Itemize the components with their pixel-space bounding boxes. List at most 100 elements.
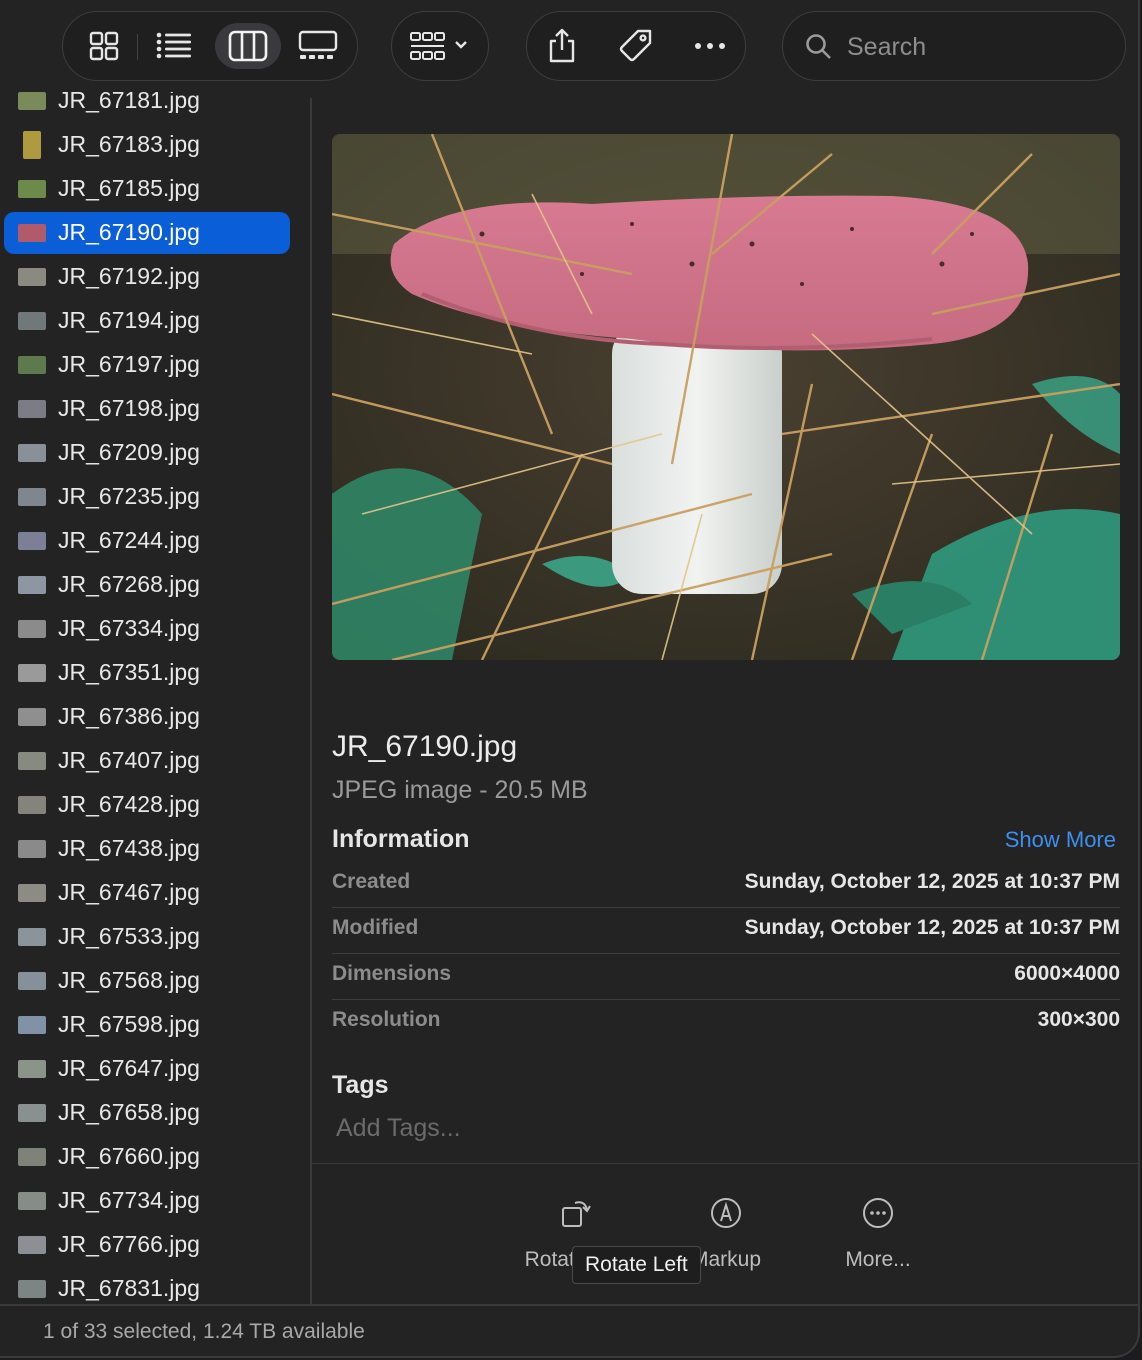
info-row-modified: Modified Sunday, October 12, 2025 at 10:… [332, 908, 1120, 954]
file-row[interactable]: JR_67533.jpg [4, 916, 290, 958]
file-name: JR_67181.jpg [58, 92, 200, 113]
file-thumbnail [18, 1060, 46, 1078]
file-row[interactable]: JR_67351.jpg [4, 652, 290, 694]
file-row[interactable]: JR_67438.jpg [4, 828, 290, 870]
file-name: JR_67734.jpg [58, 1187, 200, 1213]
more-button[interactable] [677, 23, 743, 69]
file-name: JR_67658.jpg [58, 1099, 200, 1125]
file-thumbnail [18, 400, 46, 418]
file-row[interactable]: JR_67647.jpg [4, 1048, 290, 1090]
file-name: JR_67428.jpg [58, 791, 200, 817]
more-actions-button[interactable]: More... [808, 1190, 948, 1272]
tags-button[interactable] [603, 23, 669, 69]
file-row[interactable]: JR_67197.jpg [4, 344, 290, 386]
add-tags-field[interactable]: Add Tags... [336, 1114, 461, 1143]
file-thumbnail [18, 1016, 46, 1034]
file-thumbnail [18, 180, 46, 198]
file-name: JR_67185.jpg [58, 175, 200, 201]
file-thumbnail [18, 92, 46, 110]
file-name: JR_67198.jpg [58, 395, 200, 421]
file-row[interactable]: JR_67209.jpg [4, 432, 290, 474]
file-thumbnail [18, 796, 46, 814]
file-name: JR_67766.jpg [58, 1231, 200, 1257]
tooltip: Rotate Left [572, 1246, 701, 1284]
column-view-button[interactable] [215, 23, 281, 69]
more-circle-icon [863, 1198, 893, 1228]
file-thumbnail [18, 1104, 46, 1122]
file-name: JR_67568.jpg [58, 967, 200, 993]
search-input[interactable] [847, 30, 1107, 64]
search-field[interactable] [782, 11, 1126, 81]
file-thumbnail [18, 488, 46, 506]
file-name: JR_67533.jpg [58, 923, 200, 949]
more-icon [695, 43, 725, 49]
file-row[interactable]: JR_67407.jpg [4, 740, 290, 782]
file-name: JR_67598.jpg [58, 1011, 200, 1037]
info-row-resolution: Resolution 300×300 [332, 1000, 1120, 1046]
info-value: Sunday, October 12, 2025 at 10:37 PM [744, 870, 1120, 893]
column-view-icon [228, 30, 268, 62]
file-row[interactable]: JR_67386.jpg [4, 696, 290, 738]
file-row[interactable]: JR_67198.jpg [4, 388, 290, 430]
file-row[interactable]: JR_67568.jpg [4, 960, 290, 1002]
file-row[interactable]: JR_67235.jpg [4, 476, 290, 518]
file-thumbnail [18, 620, 46, 638]
file-thumbnail [18, 312, 46, 330]
file-row[interactable]: JR_67598.jpg [4, 1004, 290, 1046]
file-row[interactable]: JR_67467.jpg [4, 872, 290, 914]
list-view-button[interactable] [141, 23, 207, 69]
icon-view-button[interactable] [71, 23, 137, 69]
preview-image [332, 134, 1120, 660]
file-thumbnail [18, 708, 46, 726]
search-icon [806, 34, 831, 59]
file-name: JR_67244.jpg [58, 527, 200, 553]
file-row[interactable]: JR_67734.jpg [4, 1180, 290, 1222]
tags-heading: Tags [332, 1071, 389, 1099]
file-row[interactable]: JR_67181.jpg [4, 92, 290, 122]
file-thumbnail [18, 752, 46, 770]
file-name: JR_67192.jpg [58, 263, 200, 289]
info-key: Modified [332, 916, 419, 939]
file-name: JR_67438.jpg [58, 835, 200, 861]
file-thumbnail [18, 224, 46, 242]
file-row[interactable]: JR_67831.jpg [4, 1268, 290, 1304]
file-thumbnail [18, 444, 46, 462]
info-value: 6000×4000 [1014, 962, 1120, 985]
file-name: JR_67197.jpg [58, 351, 200, 377]
file-row[interactable]: JR_67190.jpg [4, 212, 290, 254]
icon-view-icon [89, 31, 119, 61]
finder-window: JR_67181.jpg JR_67183.jpg JR_67185.jpg JR_6… [0, 0, 1140, 1358]
preview-file-name: JR_67190.jpg [332, 730, 518, 763]
file-row[interactable]: JR_67766.jpg [4, 1224, 290, 1266]
file-row[interactable]: JR_67192.jpg [4, 256, 290, 298]
info-row-dimensions: Dimensions 6000×4000 [332, 954, 1120, 1000]
file-column[interactable]: JR_67181.jpg JR_67183.jpg JR_67185.jpg JR_6… [0, 92, 310, 1304]
file-row[interactable]: JR_67660.jpg [4, 1136, 290, 1178]
file-row[interactable]: JR_67268.jpg [4, 564, 290, 606]
group-by-icon [410, 31, 472, 68]
show-more-link[interactable]: Show More [1005, 827, 1116, 853]
share-button[interactable] [529, 23, 595, 69]
file-row[interactable]: JR_67658.jpg [4, 1092, 290, 1134]
file-row[interactable]: JR_67334.jpg [4, 608, 290, 650]
file-row[interactable]: JR_67194.jpg [4, 300, 290, 342]
info-key: Dimensions [332, 962, 452, 985]
file-name: JR_67351.jpg [58, 659, 200, 685]
file-row[interactable]: JR_67428.jpg [4, 784, 290, 826]
file-thumbnail [23, 131, 41, 159]
file-name: JR_67209.jpg [58, 439, 200, 465]
file-row[interactable]: JR_67183.jpg [4, 124, 290, 166]
file-thumbnail [18, 532, 46, 550]
file-row[interactable]: JR_67185.jpg [4, 168, 290, 210]
file-row[interactable]: JR_67244.jpg [4, 520, 290, 562]
gallery-view-button[interactable] [285, 23, 351, 69]
column-divider[interactable] [310, 98, 312, 1304]
file-thumbnail [18, 928, 46, 946]
file-thumbnail [18, 1192, 46, 1210]
file-name: JR_67386.jpg [58, 703, 200, 729]
info-key: Resolution [332, 1008, 441, 1031]
action-label: More... [845, 1248, 911, 1271]
divider [0, 1304, 1138, 1306]
group-by-button[interactable] [391, 11, 489, 81]
info-value: Sunday, October 12, 2025 at 10:37 PM [744, 916, 1120, 939]
